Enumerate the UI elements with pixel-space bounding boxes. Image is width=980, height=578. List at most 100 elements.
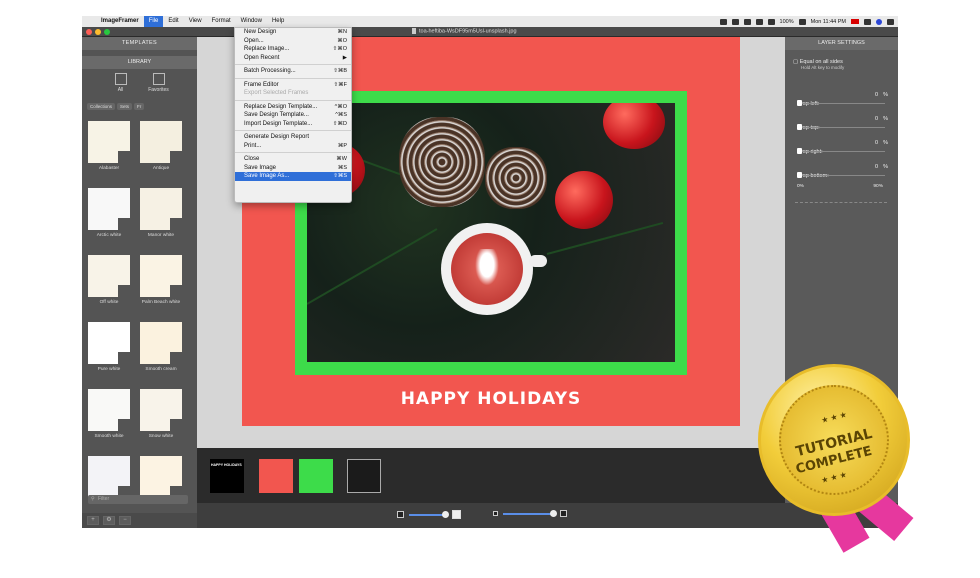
small-image-icon[interactable] <box>493 511 498 516</box>
window-title-text: toa-heftiba-WsDF95m5Usl-unsplash.jpg <box>419 28 517 35</box>
slider-knob[interactable] <box>797 100 802 106</box>
crop-top-field[interactable]: 0 <box>875 116 878 122</box>
menu-item-new-design[interactable]: New Design ⌘N <box>235 28 351 37</box>
remove-icon[interactable]: − <box>119 516 131 525</box>
menu-item-batch-processing[interactable]: Batch Processing... ⇧⌘B <box>235 67 351 76</box>
frame-thumbnail[interactable]: Smooth cream <box>138 322 184 372</box>
slider-knob[interactable] <box>442 510 449 518</box>
clock[interactable]: Mon 11:44 PM <box>811 19 846 25</box>
layer-thumb-text[interactable]: HAPPY HOLIDAYS <box>210 459 244 493</box>
wifi-icon[interactable] <box>767 18 775 25</box>
gear-icon[interactable]: ⚙ <box>103 516 115 525</box>
slider-knob[interactable] <box>550 509 557 517</box>
green-border[interactable] <box>295 91 687 375</box>
crop-top-row: Crop top: 0 % <box>797 116 892 134</box>
favorites-button[interactable]: Favorites <box>145 73 173 101</box>
slider-knob[interactable] <box>797 172 802 178</box>
large-frame-icon[interactable] <box>452 510 461 519</box>
file-menu-dropdown: New Design ⌘N Open... ⌘O Replace Image... ⇧… <box>234 27 352 203</box>
filter-placeholder: Filter <box>98 496 110 502</box>
equal-sides-toggle[interactable]: ▢ Equal on all sides Hold Alt key to mod… <box>793 59 844 71</box>
crop-bottom-field[interactable]: 0 <box>875 164 878 170</box>
tab-frames[interactable]: Fr <box>134 103 145 110</box>
app-menu[interactable]: ImageFramer <box>96 16 144 27</box>
menu-view[interactable]: View <box>184 16 207 27</box>
frame-thumbnail[interactable]: Smooth white <box>86 389 132 439</box>
layer-thumb-border[interactable] <box>299 459 333 493</box>
crop-bottom-slider[interactable] <box>797 172 885 178</box>
frame-thumbnail[interactable]: Arctic white <box>86 188 132 238</box>
notification-center-icon[interactable] <box>887 18 894 25</box>
add-icon[interactable]: + <box>87 516 99 525</box>
holiday-photo[interactable] <box>307 103 675 362</box>
dropbox-icon[interactable] <box>719 18 727 25</box>
frame-caption[interactable]: HAPPY HOLIDAYS <box>242 389 740 409</box>
menu-item-frame-editor[interactable]: Frame Editor ⇧⌘F <box>235 81 351 90</box>
menu-item-import-design-template[interactable]: Import Design Template... ⇧⌘D <box>235 120 351 129</box>
input-source-icon[interactable] <box>851 19 859 24</box>
document-icon <box>412 28 416 34</box>
small-frame-icon[interactable] <box>397 511 404 518</box>
frame-thumbnail[interactable]: Pure white <box>86 322 132 372</box>
frame-thumbnail[interactable] <box>86 456 132 498</box>
crop-left-field[interactable]: 0 <box>875 92 878 98</box>
frame-thumbnail[interactable]: Palm Beach white <box>138 255 184 305</box>
spotlight-icon[interactable] <box>864 18 871 25</box>
menu-edit[interactable]: Edit <box>163 16 183 27</box>
library-header[interactable]: LIBRARY <box>82 56 197 69</box>
layer-thumb-frame[interactable] <box>259 459 293 493</box>
crop-right-slider[interactable] <box>797 148 885 154</box>
bluetooth-icon[interactable] <box>755 18 763 25</box>
frame-thumbnail[interactable]: Snow white <box>138 389 184 439</box>
templates-header[interactable]: TEMPLATES <box>82 37 197 50</box>
menu-item-label: Frame Editor <box>244 81 279 88</box>
menu-item-generate-design-report[interactable]: Generate Design Report <box>235 133 351 142</box>
menu-item-open-recent[interactable]: Open Recent ▶ <box>235 54 351 63</box>
menu-separator <box>235 77 351 79</box>
creative-cloud-icon[interactable] <box>731 18 739 25</box>
menu-item-save-image-as[interactable]: Save Image As... ⇧⌘S <box>235 172 351 181</box>
crop-top-slider[interactable] <box>797 124 885 130</box>
menu-item-save-image[interactable]: Save Image ⌘S <box>235 164 351 173</box>
filter-input[interactable]: ⚲ Filter <box>88 495 188 504</box>
menu-item-save-design-template[interactable]: Save Design Template... ^⌘S <box>235 111 351 120</box>
large-image-icon[interactable] <box>560 510 567 517</box>
tab-collections[interactable]: Collections <box>87 103 116 110</box>
menu-item-replace-design-template[interactable]: Replace Design Template... ^⌘O <box>235 103 351 112</box>
image-zoom-slider[interactable] <box>503 509 557 517</box>
menu-format[interactable]: Format <box>207 16 236 27</box>
frame-thumbnail[interactable]: Antique <box>138 121 184 171</box>
frame-thumbnail[interactable]: Manor white <box>138 188 184 238</box>
slider-knob[interactable] <box>797 124 802 130</box>
menu-item-print[interactable]: Print... ⌘P <box>235 142 351 151</box>
frame-zoom-slider[interactable] <box>409 510 449 518</box>
latte <box>451 233 523 305</box>
zoom-control-image <box>493 509 567 517</box>
frame-thumbnail[interactable]: Off white <box>86 255 132 305</box>
zoom-window-button[interactable] <box>104 29 110 35</box>
library-tabs: Collections Sets Fr <box>82 103 197 110</box>
status-area: 100% Mon 11:44 PM <box>719 16 894 27</box>
display-icon[interactable] <box>743 18 751 25</box>
menu-bar: ImageFramer File Edit View Format Window… <box>82 16 898 27</box>
battery-icon[interactable] <box>798 18 806 25</box>
all-button[interactable]: All <box>107 73 135 101</box>
tab-sets[interactable]: Sets <box>117 103 133 110</box>
frame-thumbnail[interactable]: Alabaster <box>86 121 132 171</box>
crop-left-slider[interactable] <box>797 100 885 106</box>
menu-item-replace-image[interactable]: Replace Image... ⇧⌘O <box>235 45 351 54</box>
menu-file[interactable]: File <box>143 16 164 27</box>
menu-window[interactable]: Window <box>236 16 267 27</box>
layer-thumb-photo[interactable] <box>347 459 381 493</box>
close-window-button[interactable] <box>86 29 92 35</box>
menu-item-open[interactable]: Open... ⌘O <box>235 37 351 46</box>
menu-help[interactable]: Help <box>267 16 289 27</box>
slider-knob[interactable] <box>797 148 802 154</box>
pine-branch <box>307 228 438 305</box>
crop-right-field[interactable]: 0 <box>875 140 878 146</box>
menu-item-close[interactable]: Close ⌘W <box>235 155 351 164</box>
frame-thumbnail[interactable] <box>138 456 184 498</box>
siri-icon[interactable] <box>876 18 882 25</box>
menu-item-shortcut: ^⌘S <box>335 112 347 118</box>
minimize-window-button[interactable] <box>95 29 101 35</box>
